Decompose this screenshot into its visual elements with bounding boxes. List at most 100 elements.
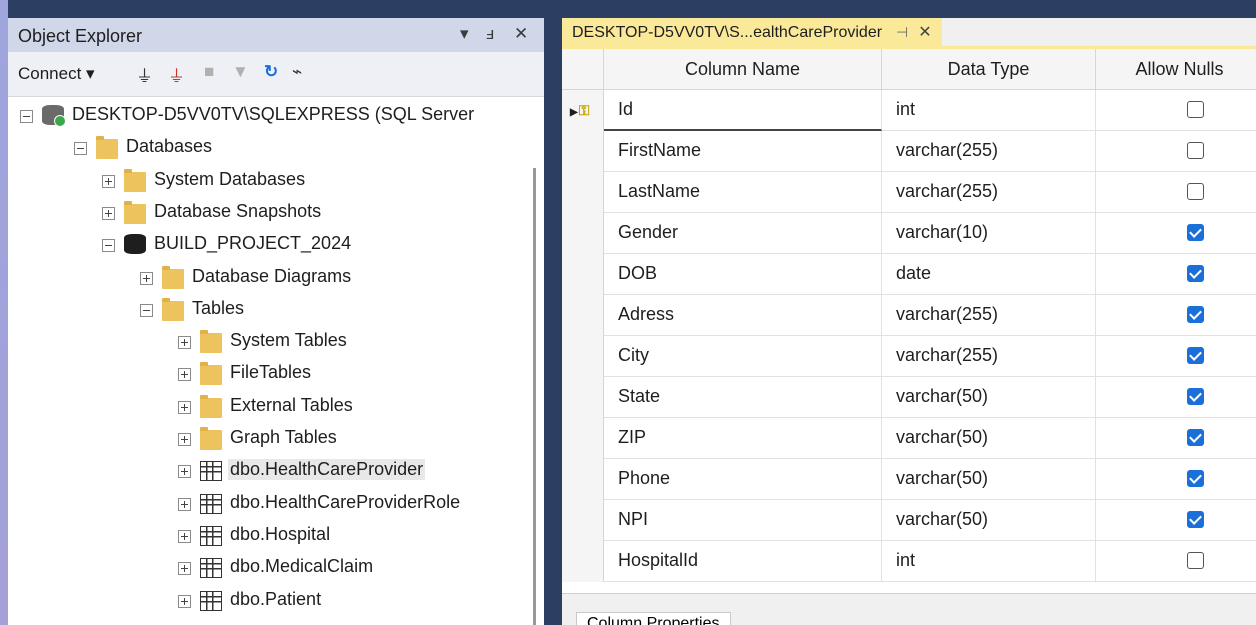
tree-node-label: External Tables [230, 394, 353, 415]
table-row[interactable]: NPI varchar(50) [562, 500, 1256, 541]
column-properties-tab[interactable]: Column Properties [576, 612, 731, 625]
column-name-cell[interactable]: State [604, 377, 882, 418]
data-type-cell[interactable]: int [882, 90, 1096, 131]
allow-nulls-checkbox[interactable] [1187, 388, 1204, 405]
row-selector[interactable] [562, 295, 604, 336]
expand-icon[interactable] [178, 465, 191, 479]
stop-icon[interactable]: ■ [204, 62, 214, 82]
table-row[interactable]: ⚿ Idint [562, 90, 1256, 131]
allow-nulls-checkbox[interactable] [1187, 552, 1204, 569]
columns-grid: Column Name Data Type Allow Nulls ⚿Idint… [562, 49, 1256, 593]
expand-icon[interactable] [178, 400, 191, 414]
table-row[interactable]: Gender varchar(10) [562, 213, 1256, 254]
column-name-cell[interactable]: Id [604, 90, 882, 131]
data-type-cell[interactable]: int [882, 541, 1096, 582]
column-name-cell[interactable]: City [604, 336, 882, 377]
collapse-icon[interactable] [102, 239, 115, 253]
allow-nulls-checkbox[interactable] [1187, 429, 1204, 446]
primary-key-icon: ⚿ [570, 102, 590, 119]
table-row[interactable]: Adress varchar(255) [562, 295, 1256, 336]
tab-label: DESKTOP-D5VV0TV\S...ealthCareProvider [572, 24, 883, 41]
allow-nulls-checkbox[interactable] [1187, 142, 1204, 159]
row-selector[interactable]: ⚿ [562, 90, 604, 131]
close-icon[interactable]: ✕ [514, 24, 528, 44]
expand-icon[interactable] [178, 368, 191, 382]
allow-nulls-checkbox[interactable] [1187, 470, 1204, 487]
column-name-cell[interactable]: LastName [604, 172, 882, 213]
allow-nulls-checkbox[interactable] [1187, 511, 1204, 528]
data-type-cell[interactable]: varchar(255) [882, 295, 1096, 336]
expand-icon[interactable] [102, 174, 115, 188]
connect-button[interactable]: Connect ▾ [18, 64, 95, 84]
table-icon [200, 493, 222, 514]
row-selector[interactable] [562, 459, 604, 500]
column-name-cell[interactable]: ZIP [604, 418, 882, 459]
filter-icon[interactable]: ▼ [232, 62, 249, 82]
table-row[interactable]: City varchar(255) [562, 336, 1256, 377]
data-type-cell[interactable]: varchar(50) [882, 500, 1096, 541]
table-row[interactable]: Phone varchar(50) [562, 459, 1256, 500]
disconnect-icon[interactable]: ⏚ [168, 62, 185, 87]
row-selector[interactable] [562, 131, 604, 172]
object-explorer-toolbar: Connect ▾ ⏚ ⏚ ■ ▼ ↻ ⌁ [8, 52, 544, 97]
data-type-cell[interactable]: varchar(50) [882, 459, 1096, 500]
expand-icon[interactable] [140, 271, 153, 285]
expand-icon[interactable] [102, 206, 115, 220]
table-row[interactable]: DOB date [562, 254, 1256, 295]
allow-nulls-checkbox[interactable] [1187, 101, 1204, 118]
expand-icon[interactable] [178, 336, 191, 350]
tab-close-icon[interactable]: ✕ [918, 24, 931, 41]
table-row[interactable]: ZIP varchar(50) [562, 418, 1256, 459]
column-name-cell[interactable]: FirstName [604, 131, 882, 172]
row-selector[interactable] [562, 541, 604, 582]
allow-nulls-checkbox[interactable] [1187, 265, 1204, 282]
table-row[interactable]: HospitalId int [562, 541, 1256, 582]
column-name-cell[interactable]: HospitalId [604, 541, 882, 582]
row-selector[interactable] [562, 172, 604, 213]
expand-icon[interactable] [178, 594, 191, 608]
column-name-cell[interactable]: Adress [604, 295, 882, 336]
column-name-cell[interactable]: Phone [604, 459, 882, 500]
column-name-cell[interactable]: NPI [604, 500, 882, 541]
data-type-cell[interactable]: varchar(50) [882, 418, 1096, 459]
data-type-cell[interactable]: varchar(255) [882, 131, 1096, 172]
expand-icon[interactable] [178, 529, 191, 543]
expand-icon[interactable] [178, 497, 191, 511]
column-name-cell[interactable]: DOB [604, 254, 882, 295]
collapse-icon[interactable] [20, 110, 33, 123]
row-selector[interactable] [562, 418, 604, 459]
collapse-icon[interactable] [74, 142, 87, 156]
table-row[interactable]: LastName varchar(255) [562, 172, 1256, 213]
dropdown-icon[interactable]: ▾ [460, 24, 469, 44]
tab-pin-icon[interactable]: ⊣ [896, 24, 908, 40]
pin-icon[interactable]: ⅎ [486, 24, 494, 44]
collapse-icon[interactable] [140, 303, 153, 317]
activity-monitor-icon[interactable]: ⌁ [292, 62, 302, 82]
data-type-cell[interactable]: varchar(255) [882, 172, 1096, 213]
data-type-cell[interactable]: date [882, 254, 1096, 295]
row-selector[interactable] [562, 500, 604, 541]
table-row[interactable]: State varchar(50) [562, 377, 1256, 418]
folder-icon [162, 265, 184, 289]
allow-nulls-checkbox[interactable] [1187, 306, 1204, 323]
tree-scrollbar[interactable] [533, 168, 536, 625]
column-name-header: Column Name [604, 49, 882, 90]
row-selector[interactable] [562, 336, 604, 377]
allow-nulls-checkbox[interactable] [1187, 183, 1204, 200]
column-name-cell[interactable]: Gender [604, 213, 882, 254]
expand-icon[interactable] [178, 433, 191, 446]
connect-plug-icon[interactable]: ⏚ [136, 62, 153, 87]
data-type-cell[interactable]: varchar(255) [882, 336, 1096, 377]
data-type-cell[interactable]: varchar(50) [882, 377, 1096, 418]
expand-icon[interactable] [178, 562, 191, 576]
row-selector[interactable] [562, 377, 604, 418]
allow-nulls-checkbox[interactable] [1187, 347, 1204, 364]
tree-node-label: Database Diagrams [192, 265, 352, 286]
table-row[interactable]: FirstName varchar(255) [562, 131, 1256, 172]
row-selector[interactable] [562, 254, 604, 295]
refresh-icon[interactable]: ↻ [264, 62, 278, 82]
tab-table-designer[interactable]: DESKTOP-D5VV0TV\S...ealthCareProvider ⊣ ✕ [562, 18, 942, 46]
data-type-cell[interactable]: varchar(10) [882, 213, 1096, 254]
allow-nulls-checkbox[interactable] [1187, 224, 1204, 241]
row-selector[interactable] [562, 213, 604, 254]
